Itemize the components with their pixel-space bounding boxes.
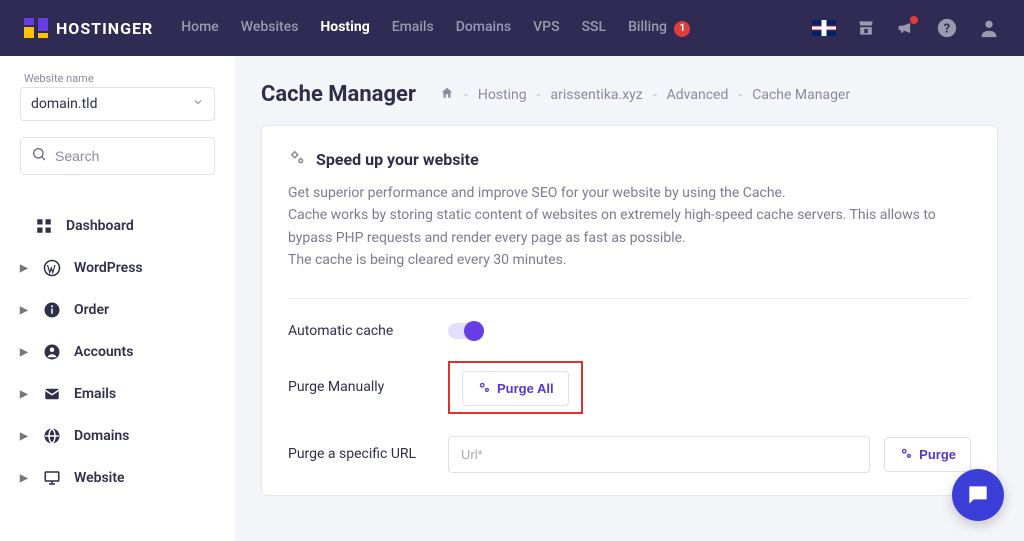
section-title: Speed up your website bbox=[316, 150, 479, 169]
info-icon bbox=[42, 301, 62, 319]
nav-hosting[interactable]: Hosting bbox=[320, 19, 369, 37]
section-description: Get superior performance and improve SEO… bbox=[288, 182, 971, 272]
nav-home[interactable]: Home bbox=[181, 19, 219, 37]
chat-fab[interactable] bbox=[952, 469, 1004, 521]
purge-url-button[interactable]: Purge bbox=[884, 437, 971, 472]
page-title: Cache Manager bbox=[261, 82, 416, 107]
chevron-right-icon: ▶ bbox=[20, 431, 28, 442]
purge-url-input[interactable] bbox=[448, 436, 870, 473]
page-header: Cache Manager - Hosting - arissentika.xy… bbox=[261, 82, 998, 107]
account-icon[interactable] bbox=[978, 17, 1000, 39]
help-icon[interactable]: ? bbox=[936, 17, 958, 39]
store-icon[interactable] bbox=[856, 18, 876, 38]
nav-billing[interactable]: Billing 1 bbox=[628, 19, 690, 37]
billing-count-badge: 1 bbox=[674, 21, 690, 37]
speed-text-3: The cache is being cleared every 30 minu… bbox=[288, 249, 971, 271]
chevron-right-icon: ▶ bbox=[20, 263, 28, 274]
grid-icon bbox=[34, 217, 54, 235]
search-input[interactable] bbox=[55, 148, 204, 164]
chevron-right-icon: ▶ bbox=[20, 347, 28, 358]
search-icon bbox=[31, 146, 47, 166]
sidebar-item-order[interactable]: ▶ Order bbox=[20, 289, 215, 331]
website-select-label: Website name bbox=[24, 72, 215, 85]
announcements-icon[interactable] bbox=[896, 18, 916, 38]
purge-manually-label: Purge Manually bbox=[288, 379, 448, 395]
automatic-cache-row: Automatic cache bbox=[288, 323, 971, 339]
nav-domains[interactable]: Domains bbox=[456, 19, 511, 37]
sidebar-item-emails[interactable]: ▶ Emails bbox=[20, 373, 215, 415]
nav-emails[interactable]: Emails bbox=[392, 19, 434, 37]
home-icon[interactable] bbox=[440, 86, 454, 104]
monitor-icon bbox=[42, 469, 62, 487]
chevron-right-icon: ▶ bbox=[20, 389, 28, 400]
header-right: ? bbox=[812, 17, 1000, 39]
sidebar-item-label: WordPress bbox=[74, 260, 143, 276]
purge-url-row: Purge a specific URL Purge bbox=[288, 436, 971, 473]
main: Cache Manager - Hosting - arissentika.xy… bbox=[235, 56, 1024, 541]
top-header: HOSTINGER Home Websites Hosting Emails D… bbox=[0, 0, 1024, 56]
mail-icon bbox=[42, 385, 62, 403]
sidebar-item-website[interactable]: ▶ Website bbox=[20, 457, 215, 499]
hostinger-logo-icon bbox=[24, 18, 48, 38]
brand-name: HOSTINGER bbox=[56, 19, 153, 38]
automatic-cache-label: Automatic cache bbox=[288, 323, 448, 339]
automatic-cache-toggle[interactable] bbox=[448, 323, 482, 339]
breadcrumb: - Hosting - arissentika.xyz - Advanced -… bbox=[440, 86, 850, 104]
chevron-down-icon bbox=[192, 96, 204, 112]
purge-manually-row: Purge Manually Purge All bbox=[288, 361, 971, 414]
nav-vps[interactable]: VPS bbox=[533, 19, 559, 37]
user-icon bbox=[42, 343, 62, 361]
crumb-site[interactable]: arissentika.xyz bbox=[550, 87, 642, 103]
crumb-advanced[interactable]: Advanced bbox=[667, 87, 729, 103]
chevron-right-icon: ▶ bbox=[20, 473, 28, 484]
purge-all-label: Purge All bbox=[497, 381, 554, 396]
crumb-current: Cache Manager bbox=[752, 87, 850, 103]
nav-websites[interactable]: Websites bbox=[241, 19, 299, 37]
website-select-value: domain.tld bbox=[31, 96, 97, 112]
purge-all-button[interactable]: Purge All bbox=[462, 371, 569, 406]
sidebar-item-accounts[interactable]: ▶ Accounts bbox=[20, 331, 215, 373]
sidebar-search[interactable] bbox=[20, 137, 215, 175]
globe-icon bbox=[42, 427, 62, 445]
sidebar-item-label: Order bbox=[74, 302, 109, 318]
sidebar-item-label: Emails bbox=[74, 386, 116, 402]
nav-billing-label: Billing bbox=[628, 19, 667, 35]
sidebar-item-domains[interactable]: ▶ Domains bbox=[20, 415, 215, 457]
speed-text-1: Get superior performance and improve SEO… bbox=[288, 182, 971, 204]
chat-icon bbox=[965, 482, 991, 508]
notification-dot-icon bbox=[910, 16, 918, 24]
svg-text:?: ? bbox=[944, 22, 950, 37]
locale-flag-icon[interactable] bbox=[812, 20, 836, 36]
wordpress-icon bbox=[42, 259, 62, 277]
chevron-right-icon: ▶ bbox=[20, 305, 28, 316]
sidebar-item-label: Domains bbox=[74, 428, 129, 444]
gears-icon bbox=[899, 446, 913, 463]
gears-icon bbox=[477, 380, 491, 397]
brand-logo[interactable]: HOSTINGER bbox=[24, 18, 153, 38]
sidebar: Website name domain.tld Dashboard ▶ bbox=[0, 56, 235, 541]
sidebar-item-dashboard[interactable]: Dashboard bbox=[20, 205, 215, 247]
main-nav: Home Websites Hosting Emails Domains VPS… bbox=[181, 19, 690, 37]
speed-text-2: Cache works by storing static content of… bbox=[288, 204, 971, 249]
cache-panel: Speed up your website Get superior perfo… bbox=[261, 125, 998, 496]
gears-icon bbox=[288, 148, 306, 170]
purge-btn-label: Purge bbox=[919, 447, 956, 462]
purge-url-label: Purge a specific URL bbox=[288, 446, 448, 462]
sidebar-item-label: Website bbox=[74, 470, 125, 486]
purge-all-highlight: Purge All bbox=[448, 361, 583, 414]
crumb-hosting[interactable]: Hosting bbox=[478, 87, 527, 103]
website-select[interactable]: domain.tld bbox=[20, 87, 215, 121]
sidebar-item-label: Dashboard bbox=[66, 218, 134, 234]
nav-ssl[interactable]: SSL bbox=[582, 19, 607, 37]
sidebar-item-wordpress[interactable]: ▶ WordPress bbox=[20, 247, 215, 289]
sidebar-item-label: Accounts bbox=[74, 344, 133, 360]
